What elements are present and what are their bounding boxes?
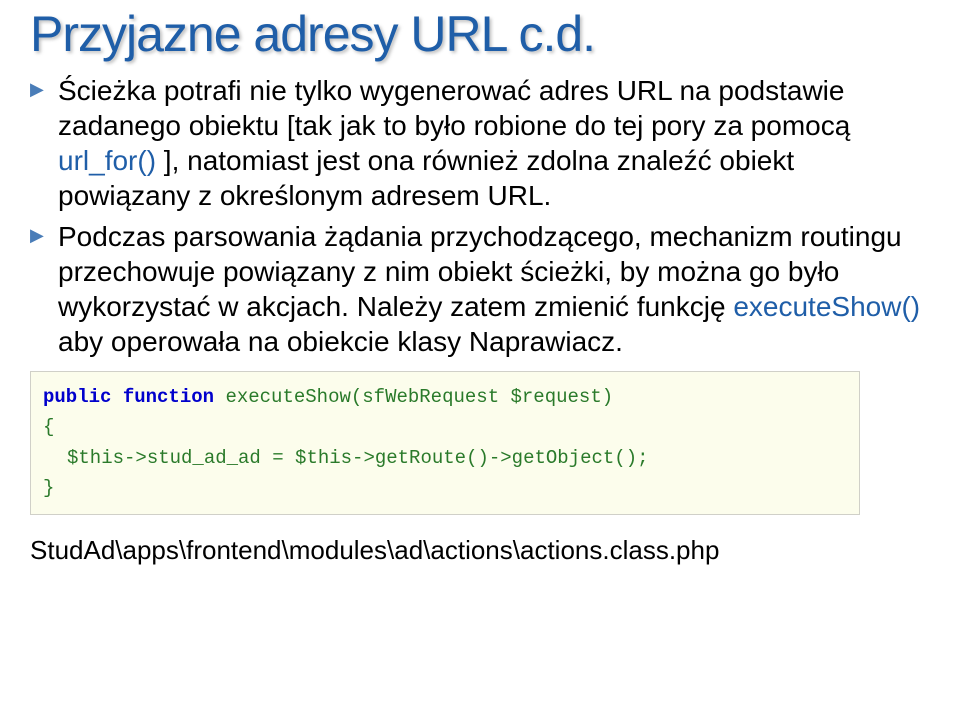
code-brace-close: } (43, 473, 847, 503)
bullet-list: Ścieżka potrafi nie tylko wygenerować ad… (30, 73, 930, 359)
code-brace-open: { (43, 412, 847, 442)
code-keyword-public: public (43, 386, 111, 408)
code-keyword-function: function (123, 386, 214, 408)
bullet-highlight-2: executeShow() (733, 291, 920, 322)
code-function-signature: executeShow(sfWebRequest $request) (225, 386, 613, 408)
file-path: StudAd\apps\frontend\modules\ad\actions\… (30, 535, 930, 566)
code-block: public function executeShow(sfWebRequest… (30, 371, 860, 515)
slide-title: Przyjazne adresy URL c.d. (30, 0, 930, 73)
bullet-text-1b: ], natomiast jest ona również zdolna zna… (58, 145, 794, 211)
bullet-highlight-1: url_for() (58, 145, 156, 176)
bullet-text-2b: aby operowała na obiekcie klasy Naprawia… (58, 326, 623, 357)
code-body: $this->stud_ad_ad = $this->getRoute()->g… (43, 443, 847, 473)
bullet-text-1a: Ścieżka potrafi nie tylko wygenerować ad… (58, 75, 850, 141)
bullet-item-1: Ścieżka potrafi nie tylko wygenerować ad… (30, 73, 930, 213)
code-line-1: public function executeShow(sfWebRequest… (43, 382, 847, 412)
bullet-item-2: Podczas parsowania żądania przychodząceg… (30, 219, 930, 359)
